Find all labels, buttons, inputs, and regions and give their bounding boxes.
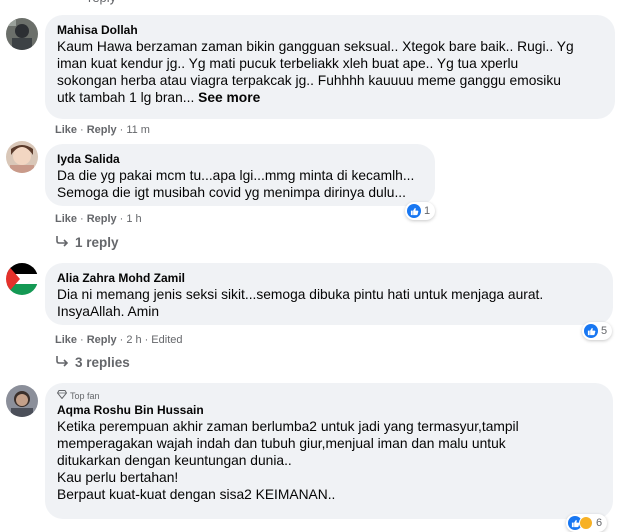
comment-bubble: Iyda Salida Da die yg pakai mcm tu...apa… <box>45 144 435 206</box>
reaction-number: 1 <box>424 205 431 217</box>
haha-reaction-icon <box>579 516 593 530</box>
comment-text: Ketika perempuan akhir zaman berlumba2 u… <box>57 419 519 502</box>
like-reaction-icon <box>584 324 598 338</box>
comment-actions: Like · Reply · 1 h <box>55 213 142 225</box>
see-more-link[interactable]: See more <box>198 90 260 105</box>
comment-actions: Like · Reply · 11 m <box>55 124 150 136</box>
reaction-count[interactable]: 6 <box>566 514 608 532</box>
previous-reply-link[interactable]: reply <box>88 0 116 5</box>
reaction-count[interactable]: 1 <box>405 202 436 220</box>
view-replies-link[interactable]: 3 replies <box>55 355 130 370</box>
reply-link[interactable]: Reply <box>87 334 117 346</box>
avatar[interactable] <box>6 263 38 295</box>
author-name[interactable]: Iyda Salida <box>57 151 423 167</box>
view-replies-link[interactable]: 1 reply <box>55 235 119 250</box>
comment-text: Dia ni memang jenis seksi sikit...semoga… <box>57 287 544 319</box>
reply-link[interactable]: Reply <box>87 124 117 136</box>
comment-bubble: Alia Zahra Mohd Zamil Dia ni memang jeni… <box>45 263 613 325</box>
top-fan-label: Top fan <box>70 391 100 401</box>
comment-text: Kaum Hawa berzaman zaman bikin gangguan … <box>57 38 603 106</box>
avatar[interactable] <box>6 18 38 50</box>
avatar[interactable] <box>6 141 38 173</box>
like-link[interactable]: Like <box>55 124 77 136</box>
comment-text: Da die yg pakai mcm tu...apa lgi...mmg m… <box>57 168 415 200</box>
timestamp[interactable]: 11 m <box>126 124 150 136</box>
reply-arrow-icon <box>55 355 69 370</box>
diamond-icon <box>56 390 68 402</box>
reaction-count[interactable]: 5 <box>582 322 613 340</box>
reaction-number: 5 <box>601 325 608 337</box>
like-link[interactable]: Like <box>55 334 77 346</box>
reaction-number: 6 <box>596 517 603 529</box>
replies-label: 1 reply <box>75 235 119 250</box>
avatar[interactable] <box>6 385 38 417</box>
reply-arrow-icon <box>55 235 69 250</box>
comment-bubble: Top fan Aqma Roshu Bin Hussain Ketika pe… <box>45 383 613 519</box>
comment-bubble: Mahisa Dollah Kaum Hawa berzaman zaman b… <box>45 15 615 119</box>
comment-body: Kaum Hawa berzaman zaman bikin gangguan … <box>57 39 574 105</box>
like-reaction-icon <box>407 204 421 218</box>
author-name[interactable]: Aqma Roshu Bin Hussain <box>57 402 601 418</box>
edited-label: Edited <box>151 334 183 346</box>
top-fan-badge: Top fan <box>56 390 601 402</box>
reply-link[interactable]: Reply <box>87 213 117 225</box>
like-link[interactable]: Like <box>55 213 77 225</box>
replies-label: 3 replies <box>75 355 130 370</box>
author-name[interactable]: Alia Zahra Mohd Zamil <box>57 270 601 286</box>
author-name[interactable]: Mahisa Dollah <box>57 22 603 38</box>
timestamp[interactable]: 2 h <box>126 334 141 346</box>
comment-actions: Like · Reply · 2 h · Edited <box>55 334 183 346</box>
timestamp[interactable]: 1 h <box>126 213 141 225</box>
